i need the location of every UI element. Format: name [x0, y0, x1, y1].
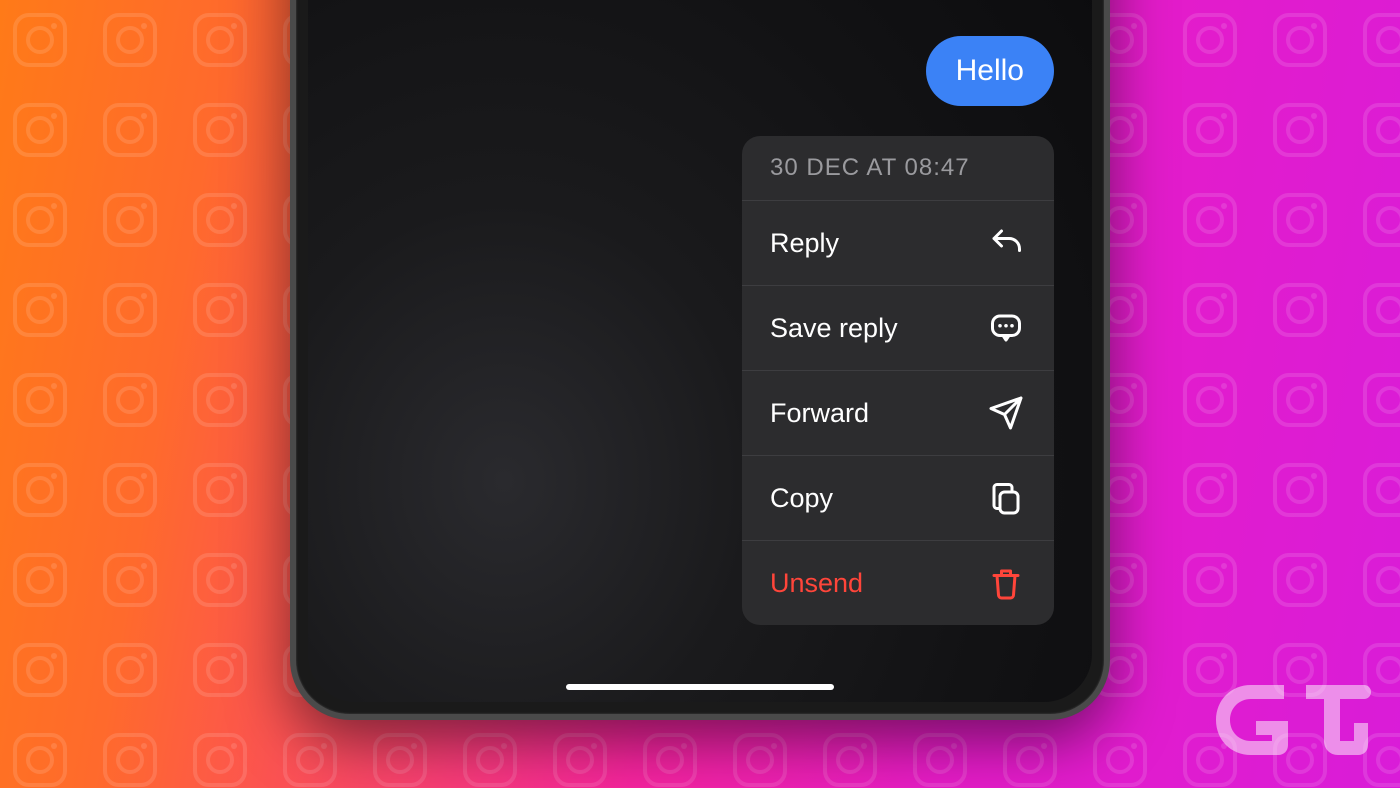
menu-item-reply[interactable]: Reply: [742, 201, 1054, 286]
menu-label-forward: Forward: [770, 398, 869, 429]
home-indicator[interactable]: [566, 684, 834, 690]
phone-frame: Hello 30 DEC AT 08:47 Reply Save reply F…: [290, 0, 1110, 720]
menu-item-copy[interactable]: Copy: [742, 456, 1054, 541]
message-context-menu: 30 DEC AT 08:47 Reply Save reply Forward: [742, 136, 1054, 625]
message-text: Hello: [956, 54, 1024, 87]
gt-watermark: [1206, 675, 1376, 770]
menu-label-save-reply: Save reply: [770, 313, 898, 344]
menu-label-reply: Reply: [770, 228, 839, 259]
send-icon: [986, 393, 1026, 433]
menu-item-unsend[interactable]: Unsend: [742, 541, 1054, 625]
menu-item-forward[interactable]: Forward: [742, 371, 1054, 456]
phone-screen: Hello 30 DEC AT 08:47 Reply Save reply F…: [308, 0, 1092, 702]
chat-bubble-icon: [986, 308, 1026, 348]
sent-message-bubble[interactable]: Hello: [926, 36, 1054, 106]
copy-icon: [986, 478, 1026, 518]
menu-label-unsend: Unsend: [770, 568, 863, 599]
menu-item-save-reply[interactable]: Save reply: [742, 286, 1054, 371]
trash-icon: [986, 563, 1026, 603]
menu-label-copy: Copy: [770, 483, 833, 514]
menu-timestamp: 30 DEC AT 08:47: [742, 136, 1054, 201]
reply-arrow-icon: [986, 223, 1026, 263]
